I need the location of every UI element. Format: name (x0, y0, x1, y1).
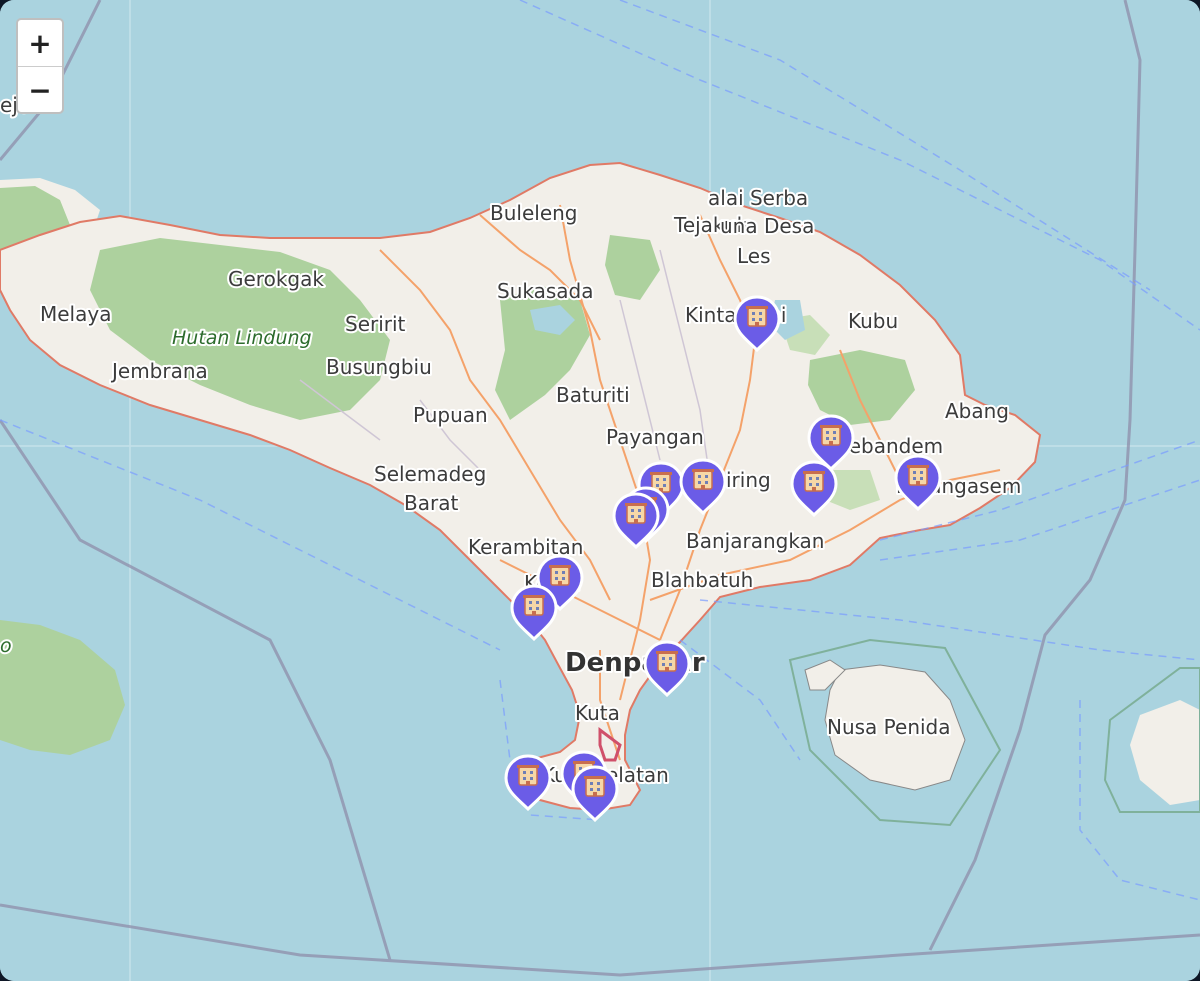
place-label-gerokgak: Gerokgak (228, 267, 324, 291)
place-label-nusa-penida: Nusa Penida (827, 715, 951, 739)
place-label-melaya: Melaya (40, 302, 111, 326)
zoom-out-button[interactable]: − (18, 66, 62, 112)
place-label-edge-southwest: o (0, 635, 12, 657)
place-label-baturiti: Baturiti (556, 383, 630, 407)
zoom-in-button[interactable]: + (18, 20, 62, 66)
place-label-blahbatuh: Blahbatuh (651, 568, 753, 592)
map-container[interactable]: Buleleng alai Serba Tejakula una Desa Le… (0, 0, 1200, 981)
place-label-selemadeg: Selemadeg (374, 462, 486, 486)
place-label-les: Les (737, 244, 771, 268)
place-label-abang: Abang (945, 399, 1009, 423)
place-label-tampaksiring: iring (726, 468, 771, 492)
place-label-kuta: Kuta (575, 701, 620, 725)
place-label-buleleng: Buleleng (490, 201, 578, 225)
place-label-payangan: Payangan (606, 425, 704, 449)
place-label-busungbiu: Busungbiu (326, 355, 432, 379)
place-label-jembrana: Jembrana (110, 359, 208, 383)
zoom-control: + − (16, 18, 64, 114)
place-label-barat: Barat (404, 491, 458, 515)
place-label-banjarangkan: Banjarangkan (686, 529, 824, 553)
place-label-seririt: Seririt (345, 312, 406, 336)
place-label-una-desa: una Desa (720, 214, 814, 238)
place-label-pupuan: Pupuan (413, 403, 488, 427)
place-label-balai-serba: alai Serba (708, 186, 808, 210)
place-label-kubu: Kubu (848, 309, 898, 333)
place-label-sukasada: Sukasada (497, 279, 593, 303)
place-label-hutan-lindung: Hutan Lindung (172, 327, 312, 349)
map-tiles[interactable]: Buleleng alai Serba Tejakula una Desa Le… (0, 0, 1200, 981)
